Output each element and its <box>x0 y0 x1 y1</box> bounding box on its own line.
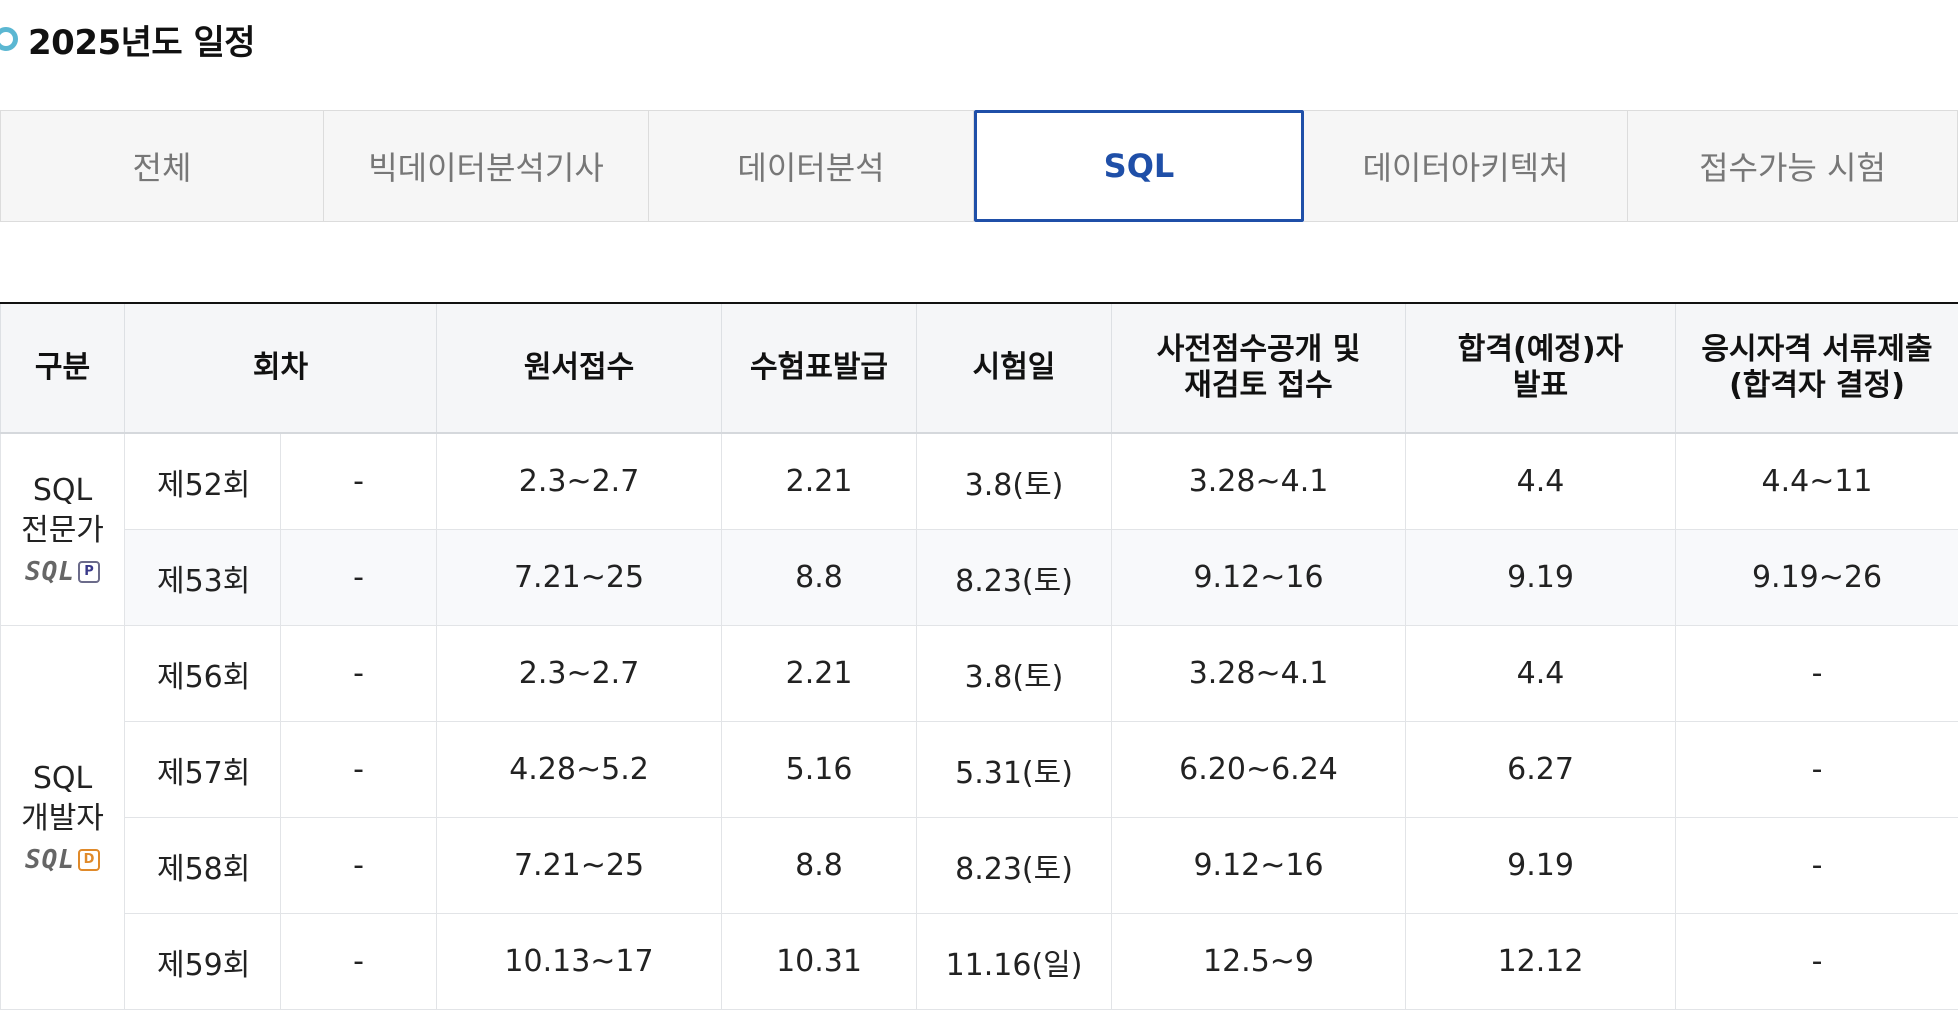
category-sqlp: SQL 전문가 SQL P <box>0 432 125 626</box>
exam-date-cell: 3.8(토) <box>916 625 1113 722</box>
ticket-cell: 5.16 <box>721 721 918 818</box>
pre-score-cell: 6.20~6.24 <box>1111 721 1407 818</box>
header-application: 원서접수 <box>436 302 723 434</box>
pass-cell: 6.27 <box>1405 721 1677 818</box>
docs-cell: - <box>1675 625 1958 722</box>
round-cell: 제52회 <box>124 432 281 530</box>
circle-bullet-icon <box>0 27 18 51</box>
tab-data-analysis[interactable]: 데이터분석 <box>649 110 974 222</box>
application-cell: 7.21~25 <box>436 817 723 914</box>
application-cell: 2.3~2.7 <box>436 432 723 530</box>
schedule-table: 구분 회차 원서접수 수험표발급 시험일 사전점수공개 및 재검토 접수 합격(… <box>0 302 1958 1010</box>
ticket-cell: 10.31 <box>721 913 918 1010</box>
application-cell: 4.28~5.2 <box>436 721 723 818</box>
exam-date-cell: 3.8(토) <box>916 432 1113 530</box>
round-cell: 제59회 <box>124 913 281 1010</box>
round-cell: 제53회 <box>124 529 281 626</box>
pre-score-cell: 9.12~16 <box>1111 817 1407 914</box>
docs-cell: - <box>1675 721 1958 818</box>
ticket-cell: 8.8 <box>721 529 918 626</box>
ticket-cell: 2.21 <box>721 625 918 722</box>
tab-data-architecture[interactable]: 데이터아키텍처 <box>1304 110 1628 222</box>
pre-score-cell: 3.28~4.1 <box>1111 432 1407 530</box>
docs-cell: 9.19~26 <box>1675 529 1958 626</box>
application-cell: 2.3~2.7 <box>436 625 723 722</box>
ticket-cell: 8.8 <box>721 817 918 914</box>
sqlp-logo-icon: SQL P <box>25 557 100 587</box>
table-row: 제59회 - 10.13~17 10.31 11.16(일) 12.5~9 12… <box>1 913 1958 1010</box>
tab-bigdata-analyst[interactable]: 빅데이터분석기사 <box>324 110 649 222</box>
ticket-cell: 2.21 <box>721 432 918 530</box>
exam-tabs: 전체 빅데이터분석기사 데이터분석 SQL 데이터아키텍처 접수가능 시험 <box>0 110 1958 222</box>
exam-date-cell: 11.16(일) <box>916 913 1113 1010</box>
round-sub-cell: - <box>279 432 438 530</box>
header-round: 회차 <box>123 302 438 434</box>
round-cell: 제56회 <box>124 625 281 722</box>
page-title: 2025년도 일정 <box>28 22 256 63</box>
pass-cell: 12.12 <box>1405 913 1677 1010</box>
header-ticket: 수험표발급 <box>721 302 918 434</box>
round-sub-cell: - <box>279 529 438 626</box>
header-exam-date: 시험일 <box>916 302 1113 434</box>
sqld-logo-icon: SQL D <box>25 845 100 875</box>
header-pass-announcement: 합격(예정)자 발표 <box>1405 302 1677 434</box>
round-sub-cell: - <box>279 625 438 722</box>
round-cell: 제58회 <box>124 817 281 914</box>
tab-available-exams[interactable]: 접수가능 시험 <box>1628 110 1958 222</box>
table-row: 제53회 - 7.21~25 8.8 8.23(토) 9.12~16 9.19 … <box>1 529 1958 626</box>
exam-date-cell: 8.23(토) <box>916 529 1113 626</box>
pre-score-cell: 9.12~16 <box>1111 529 1407 626</box>
table-row: SQL 개발자 SQL D 제56회 - 2.3~2.7 2.21 3.8(토) … <box>0 625 1958 1010</box>
header-document-submission: 응시자격 서류제출 (합격자 결정) <box>1675 302 1958 434</box>
exam-date-cell: 5.31(토) <box>916 721 1113 818</box>
table-row: 제57회 - 4.28~5.2 5.16 5.31(토) 6.20~6.24 6… <box>1 721 1958 818</box>
round-sub-cell: - <box>279 721 438 818</box>
docs-cell: 4.4~11 <box>1675 432 1958 530</box>
header-pre-score: 사전점수공개 및 재검토 접수 <box>1111 302 1407 434</box>
docs-cell: - <box>1675 817 1958 914</box>
pass-cell: 4.4 <box>1405 625 1677 722</box>
table-header-row: 구분 회차 원서접수 수험표발급 시험일 사전점수공개 및 재검토 접수 합격(… <box>0 302 1958 434</box>
header-category: 구분 <box>0 302 125 434</box>
application-cell: 7.21~25 <box>436 529 723 626</box>
pre-score-cell: 12.5~9 <box>1111 913 1407 1010</box>
category-sqld: SQL 개발자 SQL D <box>0 625 125 1010</box>
application-cell: 10.13~17 <box>436 913 723 1010</box>
tab-all[interactable]: 전체 <box>0 110 324 222</box>
table-row: 제58회 - 7.21~25 8.8 8.23(토) 9.12~16 9.19 … <box>1 817 1958 914</box>
pass-cell: 4.4 <box>1405 432 1677 530</box>
pass-cell: 9.19 <box>1405 529 1677 626</box>
round-cell: 제57회 <box>124 721 281 818</box>
round-sub-cell: - <box>279 817 438 914</box>
round-sub-cell: - <box>279 913 438 1010</box>
table-row: SQL 전문가 SQL P 제52회 - 2.3~2.7 2.21 3.8(토) … <box>0 432 1958 626</box>
pass-cell: 9.19 <box>1405 817 1677 914</box>
tab-sql[interactable]: SQL <box>974 110 1304 222</box>
docs-cell: - <box>1675 913 1958 1010</box>
section-title: 2025년도 일정 <box>0 18 256 63</box>
pre-score-cell: 3.28~4.1 <box>1111 625 1407 722</box>
exam-date-cell: 8.23(토) <box>916 817 1113 914</box>
